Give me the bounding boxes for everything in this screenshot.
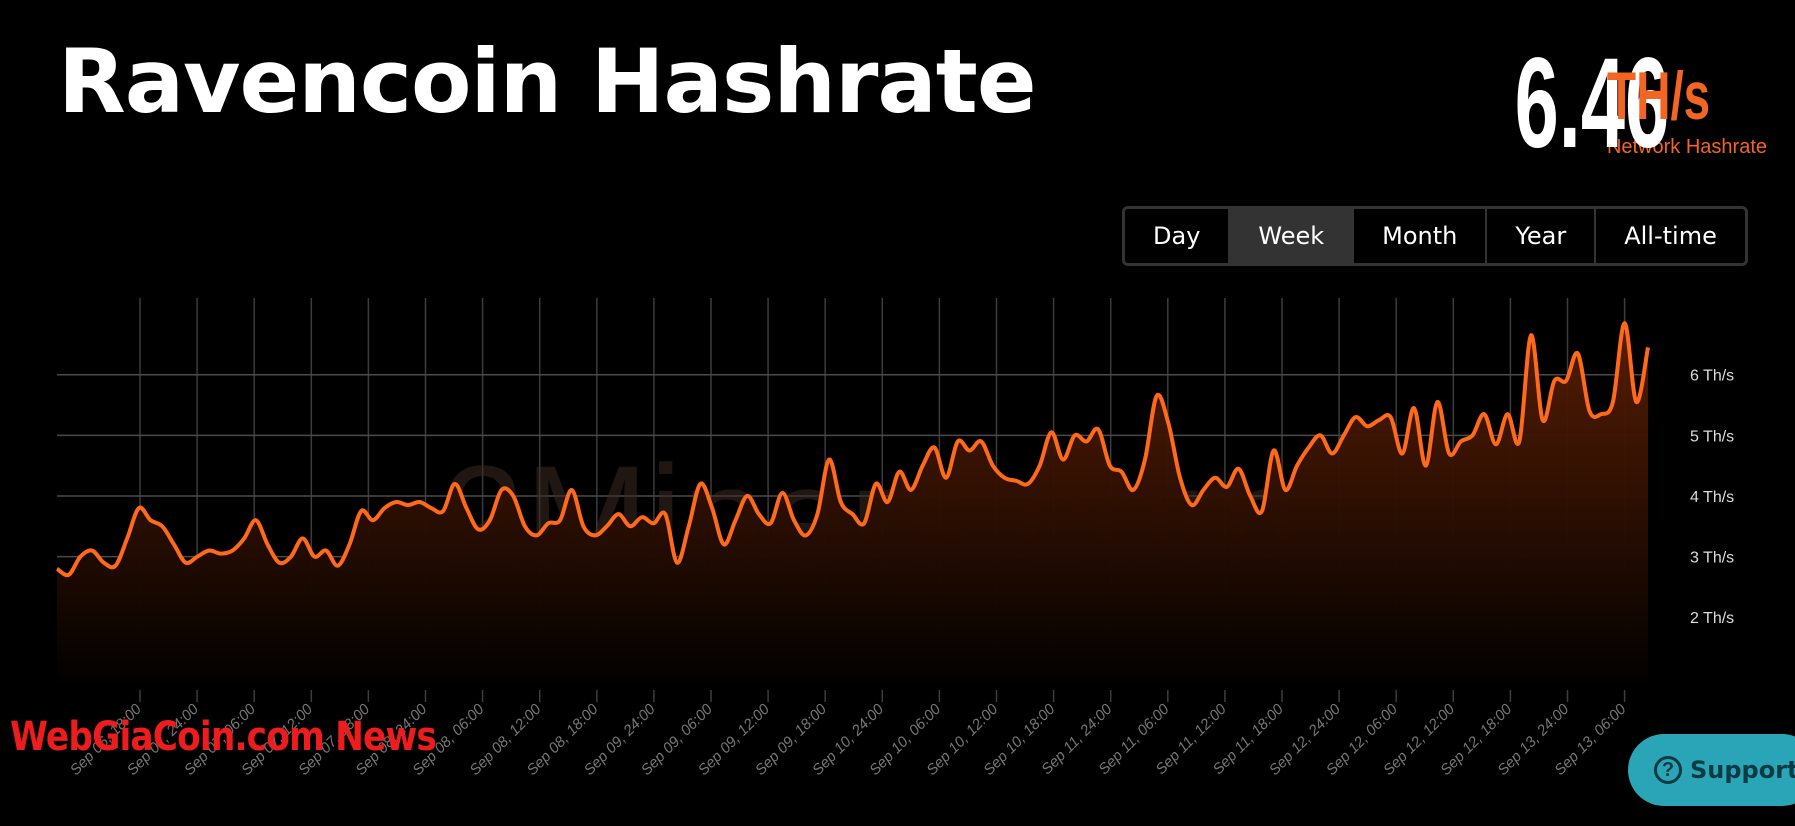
overlay-news-text: WebGiaCoin.com News xyxy=(10,714,437,760)
range-year-button[interactable]: Year xyxy=(1487,209,1597,263)
range-day-button[interactable]: Day xyxy=(1125,209,1231,263)
y-tick-label: 3 Th/s xyxy=(1690,550,1734,567)
time-range-selector: Day Week Month Year All-time xyxy=(1122,206,1748,266)
y-tick-label: 5 Th/s xyxy=(1690,428,1734,445)
hashrate-unit: TH/s xyxy=(1606,58,1711,134)
support-label: Support xyxy=(1690,756,1795,784)
question-circle-icon: ? xyxy=(1654,756,1682,784)
range-month-button[interactable]: Month xyxy=(1354,209,1488,263)
range-alltime-button[interactable]: All-time xyxy=(1596,209,1745,263)
y-tick-label: 6 Th/s xyxy=(1690,368,1734,385)
y-tick-label: 4 Th/s xyxy=(1690,489,1734,506)
support-button[interactable]: ? Support xyxy=(1628,734,1795,806)
page-title: Ravencoin Hashrate xyxy=(58,30,1036,133)
network-hashrate-stat: 6.46 TH/s Network Hashrate xyxy=(1420,40,1767,168)
y-axis-labels: 2 Th/s 3 Th/s 4 Th/s 5 Th/s 6 Th/s xyxy=(1690,368,1734,628)
y-tick-label: 2 Th/s xyxy=(1690,610,1734,627)
range-week-button[interactable]: Week xyxy=(1230,209,1355,263)
